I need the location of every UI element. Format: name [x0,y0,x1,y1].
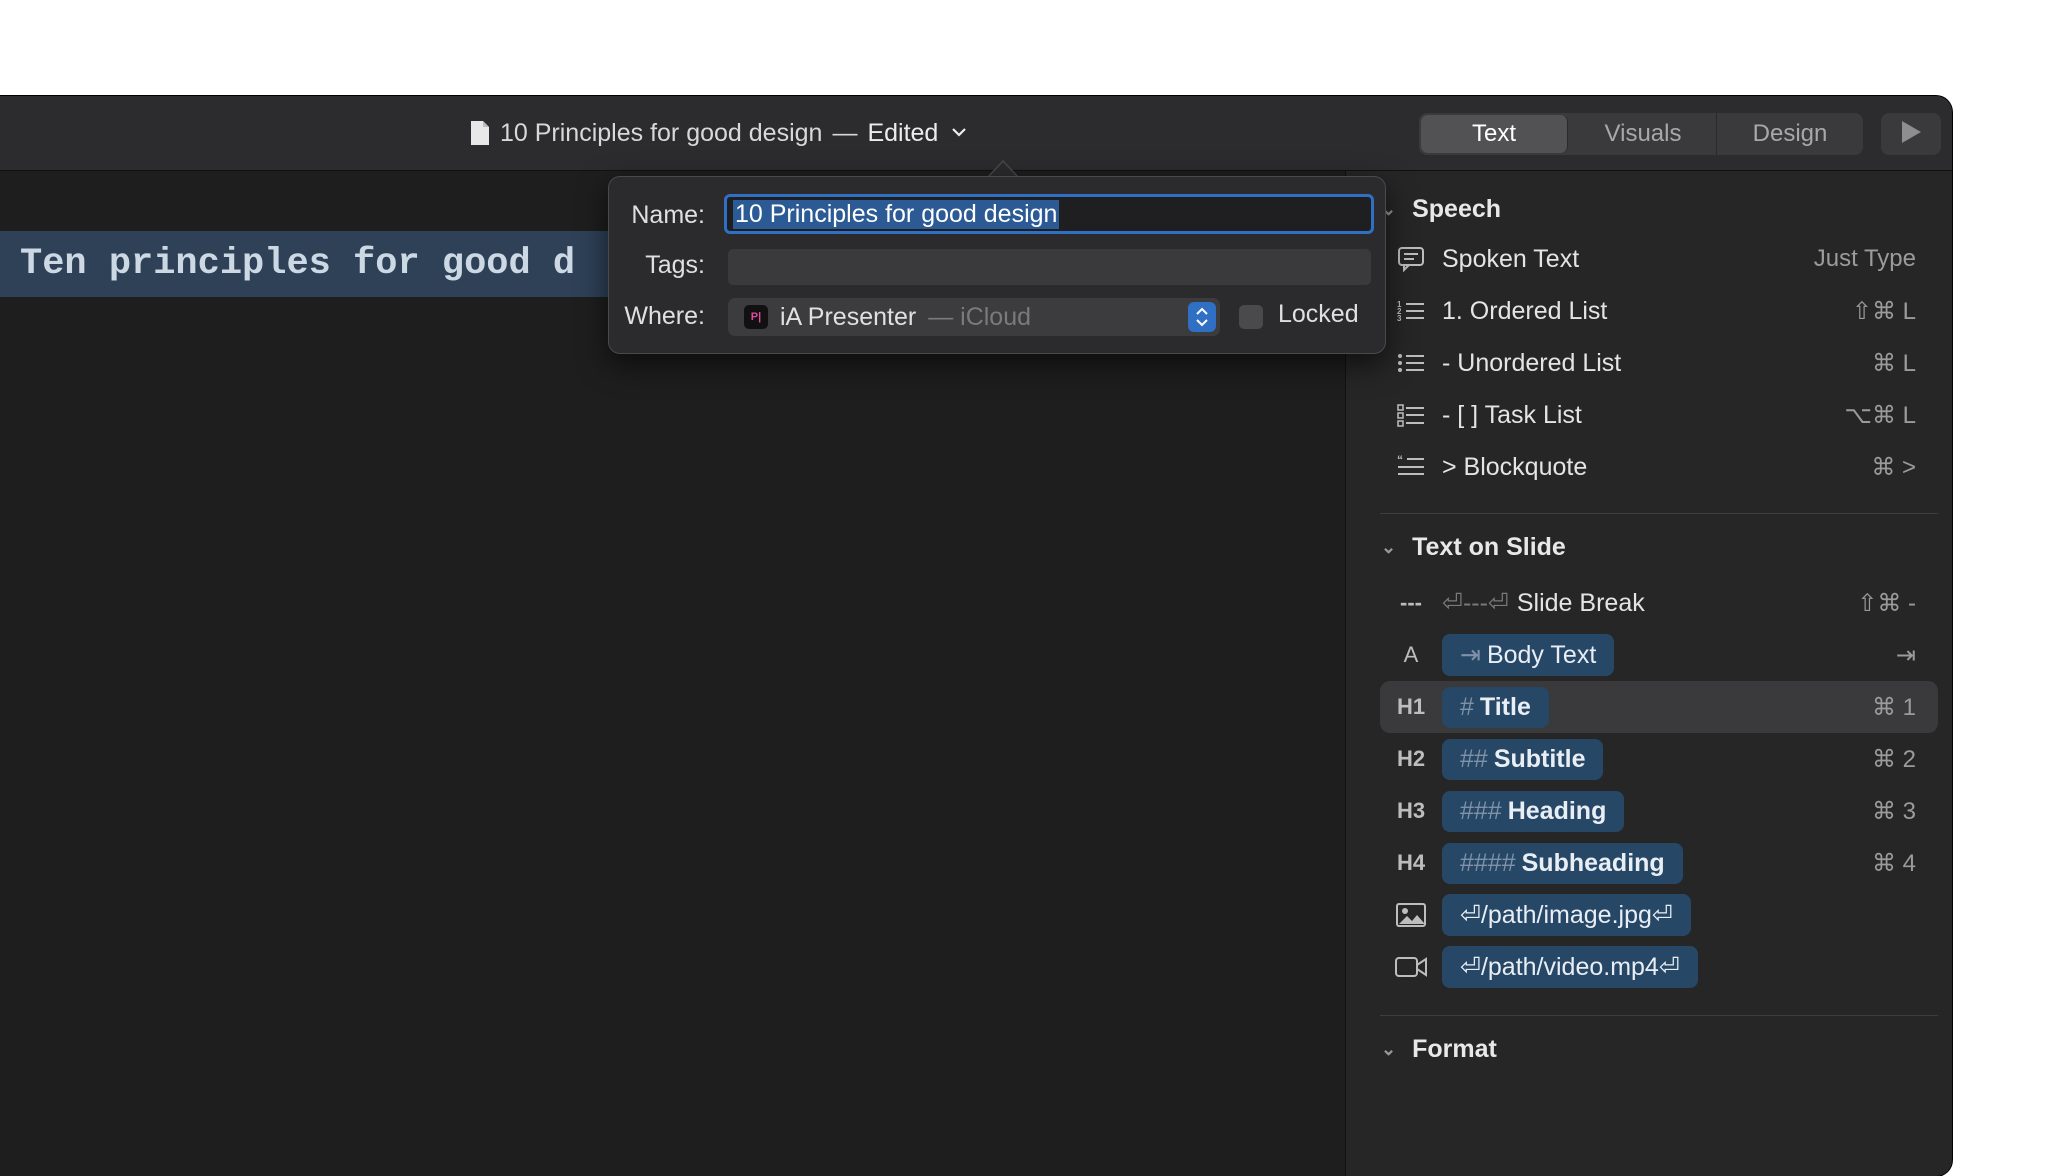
ia-presenter-app-icon: P| [744,305,768,329]
blockquote-icon: “ [1380,455,1442,479]
section-title: Text on Slide [1412,533,1566,561]
item-label: - Unordered List [1442,348,1622,377]
edited-label: Edited [867,118,939,147]
sidebar-item-slide-break[interactable]: --- ⏎---⏎ Slide Break ⇧⌘ - [1380,577,1938,629]
sidebar-item-title[interactable]: H1 # Title ⌘ 1 [1380,681,1938,733]
item-label: Body Text [1486,640,1597,669]
section-text-on-slide-header[interactable]: ⌄ Text on Slide [1381,533,1566,562]
sidebar-item-image[interactable]: ⏎/path/image.jpg⏎ [1380,889,1938,941]
item-shortcut: ⌘ > [1871,453,1916,481]
tags-label: Tags: [645,251,705,279]
pill-prefix: #### [1460,848,1516,877]
image-icon [1380,903,1442,927]
item-label: ⏎/path/video.mp4⏎ [1442,946,1698,988]
item-shortcut: ⇥ [1895,641,1916,669]
pill-prefix: ### [1460,796,1502,825]
item-label: Heading [1507,796,1607,825]
document-title-button[interactable]: 10 Principles for good design — Edited [470,96,967,170]
item-shortcut: Just Type [1813,245,1916,272]
item-label: Subheading [1521,848,1665,877]
h2-icon: H2 [1396,746,1426,771]
section-format-header[interactable]: ⌄ Format [1381,1035,1497,1064]
where-select[interactable]: P| iA Presenter — iCloud [728,298,1220,336]
tab-design[interactable]: Design [1717,113,1863,155]
document-icon [470,120,490,146]
sidebar-item-subheading[interactable]: H4 #### Subheading ⌘ 4 [1380,837,1938,889]
chevron-down-icon: ⌄ [1381,1039,1397,1059]
sidebar-item-task-list[interactable]: - [ ] Task List ⌥⌘ L [1380,389,1938,441]
document-info-popover: Name: 10 Principles for good design Tags… [608,176,1386,354]
item-label: - [ ] Task List [1442,400,1582,429]
item-label: > Blockquote [1442,452,1588,481]
body-text-icon: A [1403,642,1419,667]
svg-text:3: 3 [1397,314,1402,323]
item-shortcut: ⌘ 4 [1871,849,1916,877]
sidebar-item-spoken-text[interactable]: Spoken Text Just Type [1380,233,1938,285]
editor-heading-text[interactable]: Ten principles for good d [20,231,575,297]
item-shortcut: ⌘ 1 [1871,693,1916,721]
item-label: Slide Break [1516,588,1645,617]
pill-prefix: ## [1460,744,1488,773]
svg-text:“: “ [1397,455,1403,467]
tab-text[interactable]: Text [1421,115,1568,153]
view-mode-tabs: Text Visuals Design [1419,113,1863,155]
locked-checkbox[interactable] [1239,305,1263,329]
h3-icon: H3 [1396,798,1426,823]
chevron-down-icon: ⌄ [1381,537,1397,557]
title-bar: 10 Principles for good design — Edited T… [0,96,1952,171]
locked-label: Locked [1278,300,1359,328]
item-shortcut: ⇧⌘ L [1851,297,1916,325]
h1-icon: H1 [1396,694,1426,719]
section-divider [1380,1015,1938,1016]
sidebar-item-subtitle[interactable]: H2 ## Subtitle ⌘ 2 [1380,733,1938,785]
task-list-icon [1380,403,1442,427]
section-title: Speech [1412,195,1502,223]
tab-visuals[interactable]: Visuals [1570,113,1717,155]
where-app-name: iA Presenter [780,302,917,331]
document-name: 10 Principles for good design [500,118,823,147]
section-divider [1380,513,1938,514]
item-label: ⏎/path/image.jpg⏎ [1442,894,1691,936]
item-label: Title [1479,692,1531,721]
item-label: Spoken Text [1442,244,1580,273]
item-label: 1. Ordered List [1442,296,1608,325]
format-sidebar: ⌄ Speech Spoken Text Just Type 123 1. Or… [1345,171,1952,1176]
sidebar-item-body-text[interactable]: A ⇥ Body Text ⇥ [1380,629,1938,681]
section-title: Format [1412,1035,1497,1063]
section-speech-header[interactable]: ⌄ Speech [1381,195,1501,224]
sidebar-item-heading[interactable]: H3 ### Heading ⌘ 3 [1380,785,1938,837]
title-separator: — [832,118,858,147]
item-shortcut: ⌘ 2 [1871,745,1916,773]
h4-icon: H4 [1396,850,1426,875]
play-icon [1900,120,1922,149]
name-label: Name: [631,201,705,229]
item-shortcut: ⇧⌘ - [1857,589,1916,617]
ordered-list-icon: 123 [1380,299,1442,323]
item-shortcut: ⌘ 3 [1871,797,1916,825]
speech-bubble-icon [1380,246,1442,272]
sidebar-item-blockquote[interactable]: “ > Blockquote ⌘ > [1380,441,1938,493]
where-location: — iCloud [928,302,1032,331]
sidebar-item-ordered-list[interactable]: 123 1. Ordered List ⇧⌘ L [1380,285,1938,337]
tags-field[interactable] [728,249,1371,285]
name-field[interactable]: 10 Principles for good design [724,194,1374,234]
sidebar-item-unordered-list[interactable]: - Unordered List ⌘ L [1380,337,1938,389]
item-shortcut: ⌥⌘ L [1844,401,1916,429]
name-value: 10 Principles for good design [733,199,1060,229]
sidebar-item-video[interactable]: ⏎/path/video.mp4⏎ [1380,941,1938,993]
pill-prefix: # [1460,692,1474,721]
item-label: Subtitle [1493,744,1586,773]
slide-break-icon: --- [1400,590,1422,615]
unordered-list-icon [1380,351,1442,375]
slide-break-prefix: ⏎---⏎ [1442,589,1509,617]
chevron-down-icon [952,124,967,142]
item-shortcut: ⌘ L [1871,349,1916,377]
select-stepper-icon [1188,302,1216,332]
heading-line-highlight: Ten principles for good d [0,231,620,297]
video-camera-icon [1380,956,1442,978]
play-button[interactable] [1881,113,1941,155]
where-label: Where: [624,302,705,330]
pill-prefix: ⇥ [1460,641,1481,669]
